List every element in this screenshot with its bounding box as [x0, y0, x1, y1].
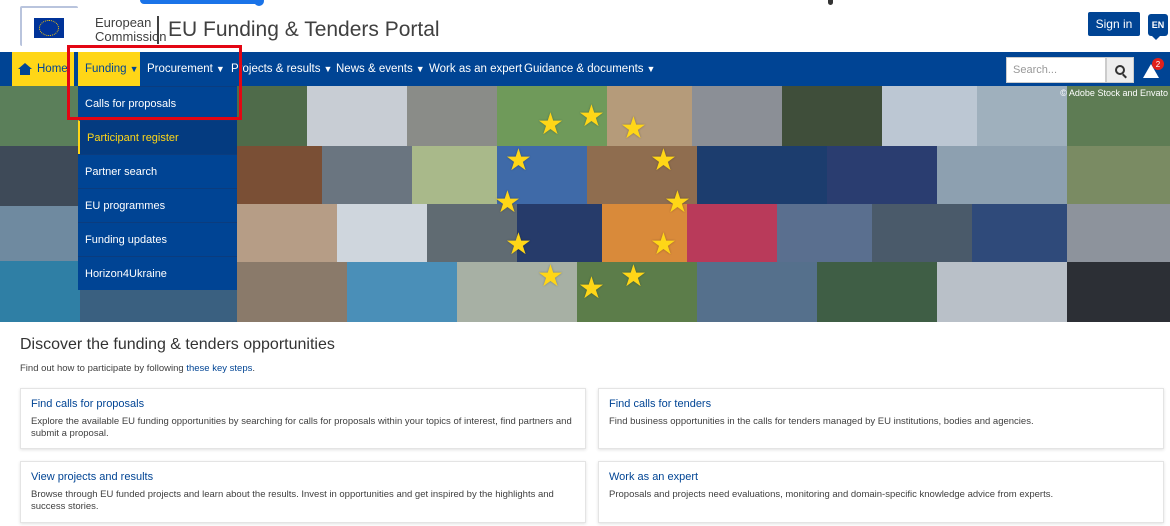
org-line-1: European — [95, 15, 152, 30]
collage-image — [1067, 262, 1170, 322]
annotation-line — [140, 0, 264, 6]
menu-item-eu-programmes[interactable]: EU programmes — [78, 188, 237, 222]
collage-image — [697, 146, 827, 204]
section-subtitle: Find out how to participate by following… — [20, 363, 255, 374]
language-selector[interactable]: EN — [1148, 14, 1168, 40]
eu-star-icon: ★ — [620, 260, 647, 293]
highlight-annotation-box — [67, 45, 242, 120]
menu-item-horizon4ukraine[interactable]: Horizon4Ukraine — [78, 256, 237, 290]
collage-image — [347, 262, 457, 322]
eu-star-icon: ★ — [664, 186, 691, 219]
eu-star-icon: ★ — [578, 100, 605, 133]
org-line-2: Commission — [95, 29, 167, 44]
eu-star-icon: ★ — [494, 186, 521, 219]
eu-flag-icon — [34, 18, 64, 38]
sign-in-button[interactable]: Sign in — [1088, 12, 1140, 36]
menu-item-participant-register[interactable]: Participant register — [78, 120, 237, 154]
collage-image — [237, 262, 347, 322]
organization-name: European Commission — [95, 16, 167, 44]
collage-image — [687, 204, 777, 262]
card-title[interactable]: Find calls for proposals — [31, 398, 575, 410]
eu-star-icon: ★ — [578, 272, 605, 305]
caret-down-icon: ▼ — [323, 64, 333, 74]
eu-star-icon: ★ — [650, 228, 677, 261]
collage-image — [237, 204, 337, 262]
portal-title[interactable]: EU Funding & Tenders Portal — [168, 18, 440, 42]
nav-guidance-label: Guidance & documents — [524, 63, 644, 75]
collage-image — [1067, 204, 1170, 262]
collage-image — [817, 262, 937, 322]
card-find-calls-for-tenders[interactable]: Find calls for tenders Find business opp… — [598, 388, 1164, 449]
collage-image — [307, 86, 407, 146]
eu-star-icon: ★ — [537, 260, 564, 293]
header-divider — [157, 16, 159, 44]
collage-image — [972, 204, 1067, 262]
nav-projects[interactable]: Projects & results ▼ — [231, 52, 332, 86]
nav-news-label: News & events — [336, 63, 413, 75]
key-steps-link[interactable]: these key steps — [186, 363, 252, 374]
collage-image — [407, 86, 497, 146]
caret-down-icon: ▼ — [415, 64, 425, 74]
decorative-dot — [828, 0, 833, 5]
notification-badge: 2 — [1152, 58, 1164, 70]
collage-image — [322, 146, 412, 204]
eu-star-icon: ★ — [505, 144, 532, 177]
collage-image — [0, 261, 80, 322]
collage-image — [1067, 146, 1170, 204]
card-title[interactable]: View projects and results — [31, 471, 575, 483]
nav-work-as-expert[interactable]: Work as an expert — [429, 52, 522, 86]
collage-image — [827, 146, 937, 204]
collage-image — [697, 262, 817, 322]
collage-image — [0, 146, 80, 206]
collage-image — [937, 262, 1067, 322]
card-text: Proposals and projects need evaluations,… — [609, 489, 1054, 500]
subtitle-text: Find out how to participate by following — [20, 363, 187, 374]
subtitle-suffix: . — [252, 363, 255, 374]
collage-image — [777, 204, 872, 262]
nav-projects-label: Projects & results — [231, 63, 321, 75]
menu-item-partner-search[interactable]: Partner search — [78, 154, 237, 188]
collage-image — [412, 146, 497, 204]
collage-image — [782, 86, 882, 146]
search-input[interactable]: Search... — [1006, 57, 1106, 83]
nav-guidance[interactable]: Guidance & documents ▼ — [524, 52, 655, 86]
card-work-as-an-expert[interactable]: Work as an expert Proposals and projects… — [598, 461, 1164, 523]
european-commission-logo[interactable] — [20, 6, 78, 46]
collage-image — [882, 86, 977, 146]
card-text: Explore the available EU funding opportu… — [31, 416, 572, 439]
eu-star-icon: ★ — [650, 144, 677, 177]
search-button[interactable] — [1106, 57, 1134, 83]
collage-image — [237, 86, 307, 146]
nav-news[interactable]: News & events ▼ — [336, 52, 425, 86]
card-title[interactable]: Find calls for tenders — [609, 398, 1153, 410]
card-text: Find business opportunities in the calls… — [609, 416, 1034, 427]
eu-star-icon: ★ — [620, 112, 647, 145]
eu-star-icon: ★ — [537, 108, 564, 141]
menu-item-funding-updates[interactable]: Funding updates — [78, 222, 237, 256]
nav-home-label: Home — [37, 63, 68, 75]
collage-image — [692, 86, 782, 146]
nav-expert-label: Work as an expert — [429, 63, 523, 75]
image-credit: © Adobe Stock and Envato — [1060, 88, 1168, 98]
caret-down-icon: ▼ — [646, 64, 656, 74]
card-find-calls-for-proposals[interactable]: Find calls for proposals Explore the ava… — [20, 388, 586, 449]
collage-image — [237, 146, 322, 204]
card-view-projects-and-results[interactable]: View projects and results Browse through… — [20, 461, 586, 523]
search-icon — [1115, 65, 1125, 75]
home-icon — [18, 63, 32, 75]
collage-image — [872, 204, 972, 262]
nav-home[interactable]: Home — [12, 52, 74, 86]
collage-image — [977, 86, 1067, 146]
collage-image — [337, 204, 427, 262]
card-title[interactable]: Work as an expert — [609, 471, 1153, 483]
collage-image — [937, 146, 1067, 204]
card-text: Browse through EU funded projects and le… — [31, 489, 554, 512]
notification-button[interactable]: 2 — [1143, 58, 1164, 80]
collage-image — [0, 206, 80, 261]
section-title: Discover the funding & tenders opportuni… — [20, 336, 335, 353]
eu-star-icon: ★ — [505, 228, 532, 261]
